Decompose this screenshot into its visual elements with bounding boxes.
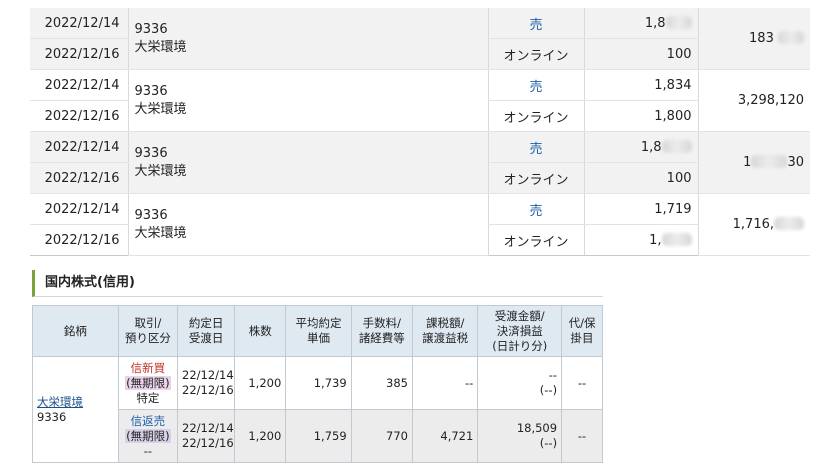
ratio-cell: -- bbox=[561, 409, 603, 463]
term-badge: (無期限) bbox=[125, 428, 171, 443]
trade-row: 2022/12/14 9336 大栄環境 売 1,8 183 bbox=[30, 8, 810, 70]
table-row: 大栄環境 9336 信新買 (無期限) 特定 22/12/14 22/12/16 … bbox=[32, 356, 603, 463]
trade-qty: 1, bbox=[584, 224, 699, 256]
trade-amount: 3,298,120 bbox=[698, 69, 810, 132]
trade-date: 2022/12/14 bbox=[30, 131, 128, 163]
trade-type-cell: 信返売 (無期限) -- bbox=[117, 409, 179, 463]
trade-amount: 1 30 bbox=[698, 131, 810, 194]
dates-cell: 22/12/14 22/12/16 bbox=[177, 409, 236, 463]
trade-type: オンライン bbox=[487, 38, 585, 70]
tax-cell: -- bbox=[411, 356, 479, 410]
price-cell: 1,759 bbox=[285, 409, 352, 463]
section-heading: 国内株式(信用) bbox=[32, 270, 603, 297]
stock-name: 大栄環境 bbox=[134, 39, 187, 55]
account-type: 特定 bbox=[136, 390, 160, 405]
trade-type-cell: 信新買 (無期限) 特定 bbox=[117, 356, 179, 410]
trade-type: オンライン bbox=[487, 224, 585, 256]
trade-date: 2022/12/14 bbox=[30, 8, 128, 39]
account-type: -- bbox=[143, 443, 153, 458]
qty-cell: 1,200 bbox=[234, 356, 287, 410]
table-header-row: 銘柄 取引/預り区分 約定日 受渡日 株数 平均約定 単価 手数料/諸経費等 課税額… bbox=[32, 305, 603, 357]
stock-code: 9336 bbox=[134, 207, 168, 223]
trade-type-label: 信返売 bbox=[130, 413, 166, 428]
margin-section: 国内株式(信用) 銘柄 取引/預り区分 約定日 受渡日 株数 平均約定 単価 手数料… bbox=[32, 270, 603, 463]
header-fee: 手数料/諸経費等 bbox=[350, 305, 413, 357]
trade-settle-date: 2022/12/16 bbox=[30, 224, 128, 256]
trade-price: 1,719 bbox=[584, 193, 699, 225]
table-row: 信返売 (無期限) -- 22/12/14 22/12/16 1,200 1,75… bbox=[33, 409, 603, 463]
stock-name: 大栄環境 bbox=[134, 225, 187, 241]
fee-cell: 770 bbox=[350, 409, 413, 463]
trade-side: 売 bbox=[487, 193, 585, 225]
trade-row: 2022/12/14 9336 大栄環境 売 1,719 1,716, bbox=[30, 193, 810, 256]
stock-name: 大栄環境 bbox=[134, 101, 187, 117]
stock-name-link[interactable]: 大栄環境 bbox=[37, 395, 83, 409]
trade-stock: 9336 大栄環境 bbox=[127, 69, 488, 132]
header-settlement: 受渡金額/決済損益 (日計り分) bbox=[477, 305, 563, 357]
trade-side: 売 bbox=[487, 8, 585, 39]
trade-date: 2022/12/14 bbox=[30, 193, 128, 225]
trade-qty: 1,800 bbox=[584, 100, 699, 132]
stock-code: 9336 bbox=[134, 21, 168, 37]
stock-code: 9336 bbox=[37, 409, 67, 424]
qty-cell: 1,200 bbox=[234, 409, 287, 463]
header-trade-type: 取引/預り区分 bbox=[117, 305, 179, 357]
header-stock: 銘柄 bbox=[32, 305, 119, 357]
trade-row: 2022/12/14 9336 大栄環境 売 1,834 3,298,120 bbox=[30, 69, 810, 132]
trade-qty: 100 bbox=[584, 38, 699, 70]
stock-cell: 大栄環境 9336 bbox=[32, 356, 119, 463]
header-avg-price: 平均約定 単価 bbox=[285, 305, 352, 357]
ratio-cell: -- bbox=[561, 356, 603, 410]
dates-cell: 22/12/14 22/12/16 bbox=[177, 356, 236, 410]
header-ratio: 代/保 掛目 bbox=[561, 305, 603, 357]
trade-amount: 1,716, bbox=[698, 193, 810, 256]
trade-side: 売 bbox=[487, 69, 585, 101]
trade-price: 1,8 bbox=[584, 8, 699, 39]
trade-date: 2022/12/14 bbox=[30, 69, 128, 101]
margin-trade-table: 銘柄 取引/預り区分 約定日 受渡日 株数 平均約定 単価 手数料/諸経費等 課税額… bbox=[32, 305, 603, 463]
trade-settle-date: 2022/12/16 bbox=[30, 162, 128, 194]
stock-name: 大栄環境 bbox=[134, 163, 187, 179]
settlement-cell: 18,509 (--) bbox=[477, 409, 563, 463]
term-badge: (無期限) bbox=[125, 375, 171, 390]
header-tax: 課税額/譲渡益税 bbox=[411, 305, 479, 357]
stock-code: 9336 bbox=[134, 83, 168, 99]
price-cell: 1,739 bbox=[285, 356, 352, 410]
trade-price: 1,834 bbox=[584, 69, 699, 101]
trade-side: 売 bbox=[487, 131, 585, 163]
header-qty: 株数 bbox=[234, 305, 287, 357]
trade-price: 1,8 bbox=[584, 131, 699, 163]
trade-history-table: 2022/12/14 9336 大栄環境 売 1,8 183 2022/12/16… bbox=[30, 8, 810, 256]
settlement-cell: -- (--) bbox=[477, 356, 563, 410]
tax-cell: 4,721 bbox=[411, 409, 479, 463]
trade-settle-date: 2022/12/16 bbox=[30, 100, 128, 132]
trade-row: 2022/12/14 9336 大栄環境 売 1,8 1 30 bbox=[30, 131, 810, 194]
trade-qty: 100 bbox=[584, 162, 699, 194]
trade-settle-date: 2022/12/16 bbox=[30, 38, 128, 70]
trade-type-label: 信新買 bbox=[130, 360, 166, 375]
trade-stock: 9336 大栄環境 bbox=[127, 8, 488, 70]
fee-cell: 385 bbox=[350, 356, 413, 410]
header-dates: 約定日 受渡日 bbox=[177, 305, 236, 357]
trade-type: オンライン bbox=[487, 162, 585, 194]
trade-stock: 9336 大栄環境 bbox=[127, 131, 488, 194]
trade-amount: 183 bbox=[698, 8, 810, 70]
stock-code: 9336 bbox=[134, 145, 168, 161]
trade-type: オンライン bbox=[487, 100, 585, 132]
trade-stock: 9336 大栄環境 bbox=[127, 193, 488, 256]
